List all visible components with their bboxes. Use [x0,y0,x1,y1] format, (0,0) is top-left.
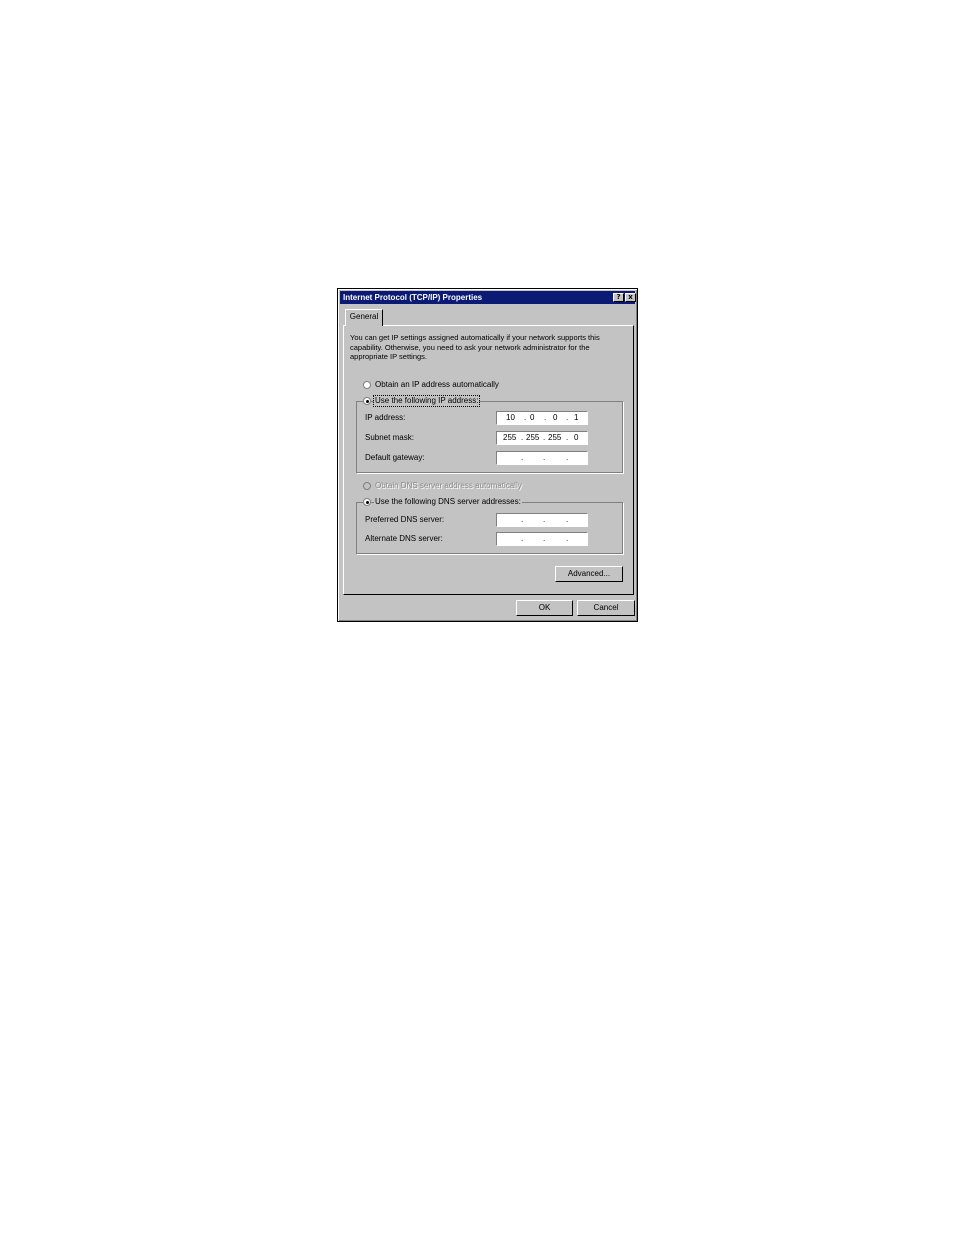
obtain-ip-auto-radio[interactable] [363,381,371,389]
dns-server-group [356,502,623,554]
subnet-mask-label: Subnet mask: [365,433,414,442]
ip-octet-2: 0 [530,413,535,422]
subnet-octet-3: 255 [548,433,562,442]
window-title: Internet Protocol (TCP/IP) Properties [343,293,483,302]
alternate-dns-field[interactable]: . . . [496,532,588,546]
subnet-octet-2: 255 [526,433,540,442]
ip-address-field[interactable]: 10 . 0 . 0 . 1 [496,411,588,425]
close-icon[interactable]: x [625,293,636,302]
use-following-ip-label[interactable]: Use the following IP address: [372,395,481,407]
help-button[interactable]: ? [613,293,624,302]
preferred-dns-field[interactable]: . . . [496,513,588,527]
cancel-button[interactable]: Cancel [577,600,635,616]
subnet-mask-field[interactable]: 255 . 255 . 255 . 0 [496,431,588,445]
advanced-button[interactable]: Advanced... [555,566,623,582]
default-gateway-field[interactable]: . . . [496,451,588,465]
tab-general[interactable]: General [345,309,383,326]
use-following-dns-radio[interactable] [363,498,371,506]
subnet-octet-4: 0 [574,433,579,442]
ip-octet-4: 1 [574,413,579,422]
alternate-dns-label: Alternate DNS server: [365,534,443,543]
use-following-ip-radio[interactable] [363,397,371,405]
default-gateway-label: Default gateway: [365,453,425,462]
intro-text: You can get IP settings assigned automat… [350,333,600,362]
obtain-dns-auto-radio[interactable] [363,482,371,490]
ok-button[interactable]: OK [516,600,573,616]
obtain-dns-auto-label[interactable]: Obtain DNS server address automatically [375,481,522,491]
ip-octet-1: 10 [506,413,515,422]
preferred-dns-label: Preferred DNS server: [365,515,445,524]
ip-address-label: IP address: [365,413,406,422]
title-bar[interactable]: Internet Protocol (TCP/IP) Properties ? … [340,291,636,304]
ip-octet-3: 0 [553,413,558,422]
tcpip-properties-dialog: Internet Protocol (TCP/IP) Properties ? … [337,288,638,622]
obtain-ip-auto-label[interactable]: Obtain an IP address automatically [375,380,499,390]
use-following-dns-label[interactable]: Use the following DNS server addresses: [374,497,522,507]
subnet-octet-1: 255 [503,433,517,442]
